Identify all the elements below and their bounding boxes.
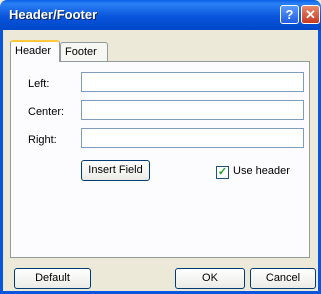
- help-button[interactable]: ?: [280, 5, 299, 24]
- title-bar[interactable]: Header/Footer ? ✕: [0, 0, 321, 30]
- left-field[interactable]: [81, 72, 304, 92]
- tab-header-label: Header: [15, 45, 52, 57]
- use-header-checkbox[interactable]: ✓: [216, 166, 229, 179]
- center-field[interactable]: [81, 100, 304, 120]
- insert-field-button[interactable]: Insert Field: [81, 160, 150, 181]
- tab-header[interactable]: Header: [10, 40, 60, 62]
- close-icon: ✕: [305, 7, 316, 22]
- tab-footer[interactable]: Footer: [60, 42, 108, 61]
- help-icon: ?: [285, 7, 294, 22]
- right-label: Right:: [28, 134, 57, 146]
- center-label: Center:: [28, 106, 65, 118]
- checkmark-icon: ✓: [217, 166, 228, 178]
- tab-footer-label: Footer: [65, 46, 97, 58]
- right-field[interactable]: [81, 128, 304, 148]
- left-label: Left:: [28, 78, 50, 90]
- default-button[interactable]: Default: [14, 268, 91, 289]
- window-title: Header/Footer: [9, 7, 98, 22]
- ok-button[interactable]: OK: [175, 268, 245, 289]
- cancel-button[interactable]: Cancel: [250, 268, 316, 289]
- use-header-label[interactable]: Use header: [233, 165, 290, 177]
- close-button[interactable]: ✕: [301, 5, 320, 24]
